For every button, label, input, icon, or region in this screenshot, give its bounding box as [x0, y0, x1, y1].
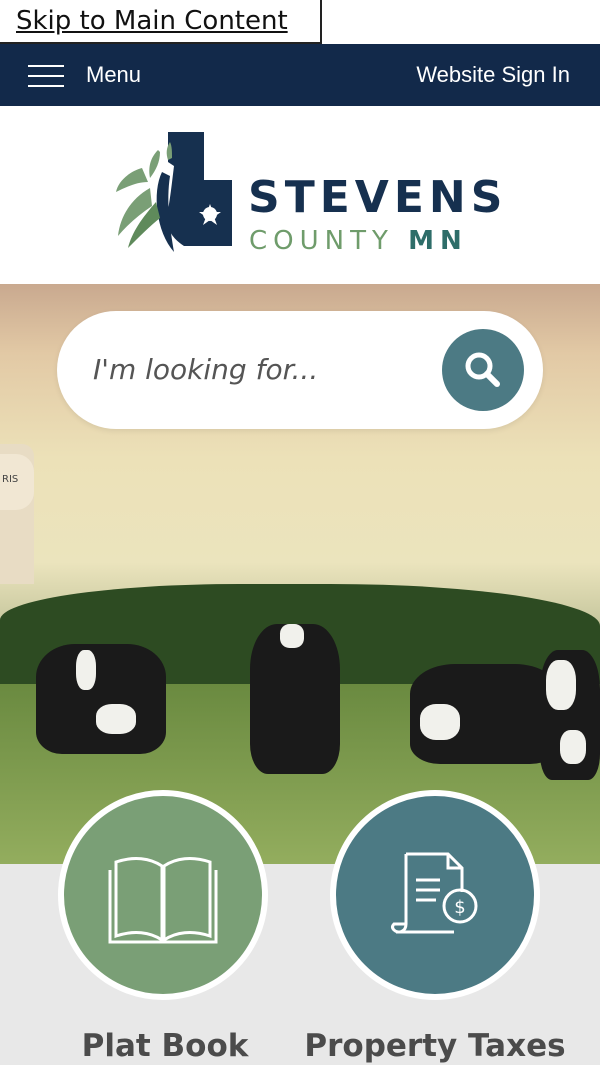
site-logo-banner: STEVENS COUNTY MN: [0, 106, 600, 284]
cow: [250, 624, 340, 774]
cow: [410, 664, 560, 764]
logo-title: STEVENS: [248, 172, 508, 223]
website-sign-in-link[interactable]: Website Sign In: [416, 62, 570, 88]
skip-link-text: Skip to Main Content: [16, 6, 288, 36]
top-navigation-bar: Menu Website Sign In: [0, 44, 600, 106]
stevens-county-logo-mark: [116, 132, 232, 252]
logo-county-text: COUNTY: [249, 226, 394, 256]
property-taxes-label[interactable]: Property Taxes: [295, 1028, 575, 1064]
search-button[interactable]: [442, 329, 524, 411]
search-icon: [465, 352, 500, 387]
book-icon: [108, 857, 218, 944]
water-tower-lettering: RIS: [2, 474, 19, 485]
property-taxes-link[interactable]: $: [330, 790, 540, 1000]
svg-text:$: $: [454, 897, 465, 918]
plat-book-label[interactable]: Plat Book: [25, 1028, 305, 1064]
plat-book-link[interactable]: [58, 790, 268, 1000]
logo-subtitle: COUNTY MN: [249, 228, 468, 254]
cow: [36, 644, 166, 754]
menu-label: Menu: [86, 62, 142, 87]
cow: [540, 650, 600, 780]
site-search-box: [57, 311, 543, 429]
search-input[interactable]: [93, 344, 433, 394]
skip-to-main-content-link[interactable]: Skip to Main Content: [0, 0, 322, 44]
hamburger-icon: [28, 63, 64, 87]
logo-state-text: MN: [408, 226, 468, 256]
menu-button[interactable]: Menu: [28, 62, 141, 88]
tax-document-icon: $: [391, 852, 478, 934]
